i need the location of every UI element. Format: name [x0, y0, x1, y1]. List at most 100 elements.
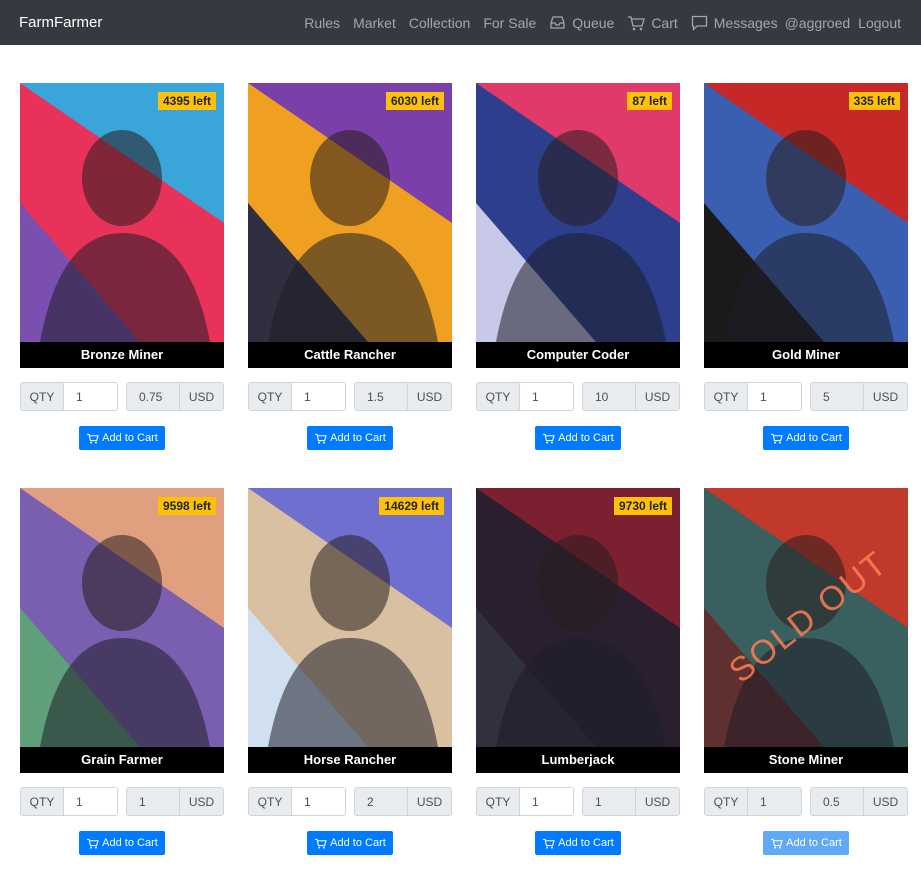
card-name: Stone Miner: [704, 747, 908, 773]
add-to-cart-button[interactable]: Add to Cart: [763, 426, 849, 450]
card-controls: QTY 1 10 USD: [476, 382, 680, 411]
character-illustration: [248, 83, 452, 342]
card-artwork[interactable]: 9598 left: [20, 488, 224, 747]
add-to-cart-button[interactable]: Add to Cart: [307, 831, 393, 855]
brand-logo[interactable]: FarmFarmer: [19, 14, 102, 31]
nav-cart-label: Cart: [651, 14, 678, 31]
currency-label: USD: [863, 788, 907, 815]
quantity-group: QTY 1: [476, 787, 574, 816]
quantity-group: QTY 1: [248, 382, 346, 411]
price-group: 5 USD: [810, 382, 908, 411]
nav-for-sale[interactable]: For Sale: [483, 15, 536, 31]
currency-label: USD: [407, 788, 451, 815]
character-illustration: [20, 83, 224, 342]
price-group: 1 USD: [582, 787, 680, 816]
card-artwork[interactable]: 335 left: [704, 83, 908, 342]
currency-label: USD: [635, 788, 679, 815]
card-artwork[interactable]: 6030 left: [248, 83, 452, 342]
top-navbar: FarmFarmer Rules Market Collection For S…: [0, 0, 921, 45]
cart-icon: [315, 838, 327, 849]
stock-left-badge: 6030 left: [385, 92, 444, 110]
product-grid: 4395 left Bronze Miner QTY 1 0.75 USD Ad…: [20, 83, 908, 893]
cart-icon: [315, 433, 327, 444]
character-illustration: [20, 488, 224, 747]
nav-user[interactable]: @aggroed: [785, 15, 851, 31]
cart-icon: [771, 838, 783, 849]
nav-messages[interactable]: Messages: [691, 15, 778, 31]
card-artwork[interactable]: 14629 left: [248, 488, 452, 747]
nav-collection[interactable]: Collection: [409, 15, 470, 31]
nav-queue[interactable]: Queue: [549, 15, 614, 31]
price-field: 1.5: [355, 383, 407, 410]
character-illustration: [476, 488, 680, 747]
currency-label: USD: [179, 383, 223, 410]
card-controls: QTY 1 1 USD: [476, 787, 680, 816]
quantity-input[interactable]: 1: [520, 383, 573, 410]
qty-label: QTY: [21, 788, 64, 815]
stock-left-badge: 335 left: [848, 92, 900, 110]
character-illustration: [476, 83, 680, 342]
card-artwork[interactable]: SOLD OUT: [704, 488, 908, 747]
card-name: Cattle Rancher: [248, 342, 452, 368]
price-field: 1: [583, 788, 635, 815]
qty-label: QTY: [477, 788, 520, 815]
price-field: 2: [355, 788, 407, 815]
add-to-cart-button[interactable]: Add to Cart: [535, 831, 621, 855]
price-group: 0.5 USD: [810, 787, 908, 816]
card-controls: QTY 1 0.5 USD: [704, 787, 908, 816]
price-field: 0.5: [811, 788, 863, 815]
product-card: 14629 left Horse Rancher QTY 1 2 USD Add…: [248, 488, 452, 893]
add-to-cart-label: Add to Cart: [558, 837, 614, 849]
add-to-cart-button[interactable]: Add to Cart: [79, 831, 165, 855]
qty-label: QTY: [21, 383, 64, 410]
quantity-input[interactable]: 1: [520, 788, 573, 815]
cart-icon: [771, 433, 783, 444]
product-card: 4395 left Bronze Miner QTY 1 0.75 USD Ad…: [20, 83, 224, 488]
price-group: 1.5 USD: [354, 382, 452, 411]
add-to-cart-label: Add to Cart: [102, 837, 158, 849]
stock-left-badge: 4395 left: [157, 92, 216, 110]
card-controls: QTY 1 0.75 USD: [20, 382, 224, 411]
card-artwork[interactable]: 9730 left: [476, 488, 680, 747]
nav-market[interactable]: Market: [353, 15, 396, 31]
product-card: SOLD OUT Stone Miner QTY 1 0.5 USD Add t…: [704, 488, 908, 893]
cart-icon: [543, 433, 555, 444]
card-name: Lumberjack: [476, 747, 680, 773]
quantity-input[interactable]: 1: [292, 383, 345, 410]
quantity-input[interactable]: 1: [64, 383, 117, 410]
quantity-input[interactable]: 1: [748, 383, 801, 410]
card-controls: QTY 1 1 USD: [20, 787, 224, 816]
qty-label: QTY: [249, 383, 292, 410]
card-artwork[interactable]: 4395 left: [20, 83, 224, 342]
cart-icon: [87, 838, 99, 849]
quantity-input[interactable]: 1: [292, 788, 345, 815]
add-to-cart-label: Add to Cart: [786, 837, 842, 849]
character-illustration: [248, 488, 452, 747]
currency-label: USD: [635, 383, 679, 410]
add-to-cart-button[interactable]: Add to Cart: [535, 426, 621, 450]
qty-label: QTY: [705, 788, 748, 815]
card-controls: QTY 1 2 USD: [248, 787, 452, 816]
quantity-input[interactable]: 1: [64, 788, 117, 815]
nav-rules[interactable]: Rules: [304, 15, 340, 31]
cart-icon: [87, 433, 99, 444]
character-illustration: [704, 83, 908, 342]
product-card: 87 left Computer Coder QTY 1 10 USD Add …: [476, 83, 680, 488]
stock-left-badge: 87 left: [627, 92, 672, 110]
currency-label: USD: [407, 383, 451, 410]
add-to-cart-button[interactable]: Add to Cart: [79, 426, 165, 450]
price-field: 0.75: [127, 383, 179, 410]
price-group: 2 USD: [354, 787, 452, 816]
add-to-cart-label: Add to Cart: [330, 837, 386, 849]
card-controls: QTY 1 1.5 USD: [248, 382, 452, 411]
card-name: Horse Rancher: [248, 747, 452, 773]
add-to-cart-button[interactable]: Add to Cart: [307, 426, 393, 450]
add-to-cart-label: Add to Cart: [786, 432, 842, 444]
price-field: 5: [811, 383, 863, 410]
nav-logout[interactable]: Logout: [858, 15, 901, 31]
nav-cart[interactable]: Cart: [627, 14, 678, 31]
card-artwork[interactable]: 87 left: [476, 83, 680, 342]
product-card: 335 left Gold Miner QTY 1 5 USD Add to C…: [704, 83, 908, 488]
currency-label: USD: [179, 788, 223, 815]
quantity-group: QTY 1: [20, 787, 118, 816]
